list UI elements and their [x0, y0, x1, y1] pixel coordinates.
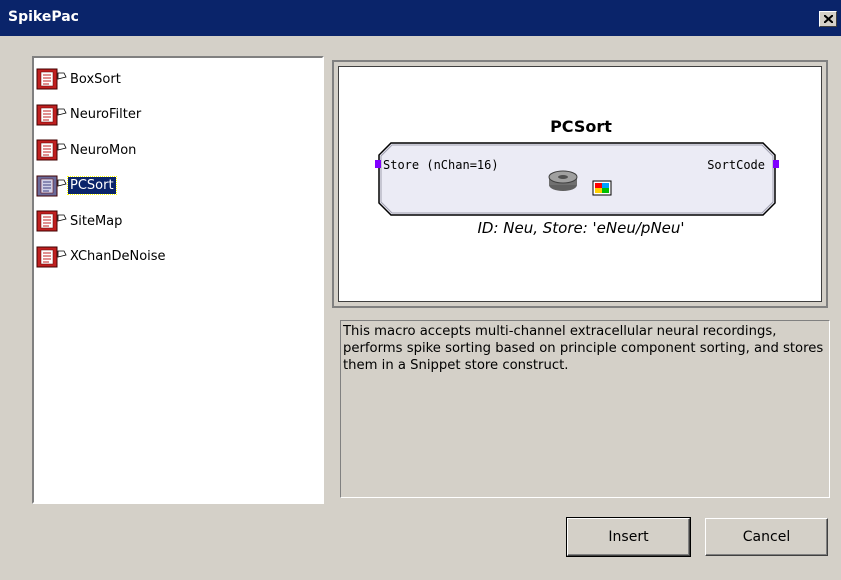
- macro-icon: [36, 138, 68, 162]
- list-item-label: XChanDeNoise: [70, 249, 166, 264]
- output-port-icon: [773, 160, 779, 168]
- list-item-xchandenoise[interactable]: XChanDeNoise: [36, 245, 168, 269]
- list-item-boxsort[interactable]: BoxSort: [36, 67, 123, 91]
- macro-icon: [36, 245, 68, 269]
- close-icon: [824, 15, 833, 23]
- tool-icon: [592, 180, 612, 196]
- block-id-label: ID: Neu, Store: 'eNeu/pNeu': [477, 219, 685, 237]
- macro-preview-canvas: PCSort Store (nChan=16) SortCode ID: Neu…: [338, 66, 822, 302]
- insert-button[interactable]: Insert: [566, 517, 691, 557]
- list-item-label: BoxSort: [70, 71, 121, 87]
- window-title: SpikePac: [8, 9, 79, 25]
- list-item-sitemap[interactable]: SiteMap: [36, 209, 124, 233]
- macro-list[interactable]: BoxSort NeuroFilter NeuroMon PCSort SiteMap X…: [32, 56, 324, 504]
- block-diagram: [375, 142, 779, 216]
- list-item-neurofilter[interactable]: NeuroFilter: [36, 103, 143, 127]
- macro-icon: [36, 209, 68, 233]
- list-item-neuromon[interactable]: NeuroMon: [36, 138, 138, 162]
- macro-description: This macro accepts multi-channel extrace…: [340, 320, 830, 498]
- macro-preview-panel: PCSort Store (nChan=16) SortCode ID: Neu…: [332, 60, 828, 308]
- list-item-label: PCSort: [67, 176, 117, 195]
- list-item-pcsort[interactable]: PCSort: [36, 174, 117, 198]
- list-item-label: SiteMap: [70, 213, 123, 229]
- list-item-label: NeuroFilter: [70, 107, 142, 122]
- output-port-label: SortCode: [707, 158, 765, 172]
- input-port-icon: [375, 160, 381, 168]
- input-port-label: Store (nChan=16): [383, 158, 499, 172]
- cancel-button[interactable]: Cancel: [705, 518, 828, 556]
- macro-icon: [36, 174, 68, 198]
- macro-icon: [36, 67, 68, 91]
- title-bar[interactable]: SpikePac: [0, 0, 841, 36]
- macro-icon: [36, 103, 68, 127]
- list-item-label: NeuroMon: [70, 142, 137, 158]
- close-button[interactable]: [819, 11, 837, 27]
- store-icon: [548, 170, 578, 191]
